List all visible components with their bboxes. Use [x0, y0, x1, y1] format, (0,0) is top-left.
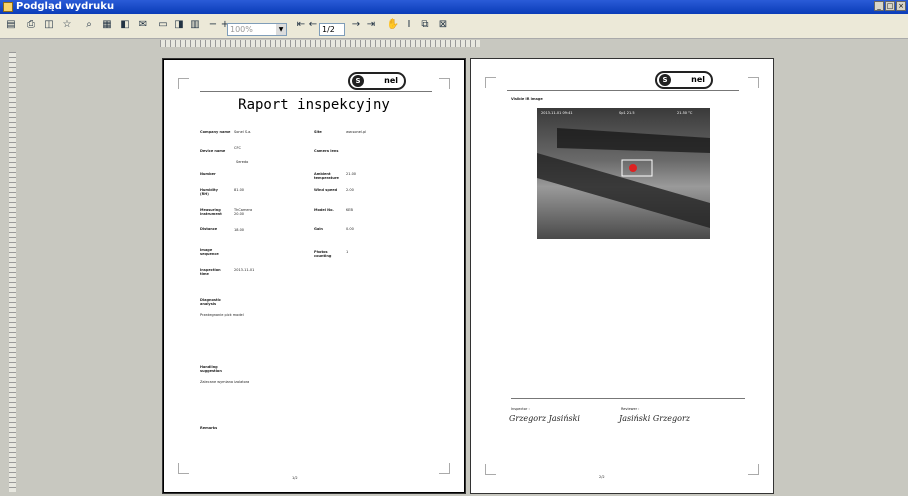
- last-page-icon[interactable]: ⇥: [364, 18, 378, 32]
- field-value: 2013-11-01: [234, 268, 255, 272]
- page-number: 2/2: [599, 475, 605, 479]
- field-value: 2.00: [346, 188, 354, 192]
- two-pages-icon[interactable]: ◨: [172, 18, 186, 32]
- sonel-logo: Snel: [348, 72, 406, 90]
- field-value: KEB: [346, 208, 353, 212]
- maximize-button[interactable]: □: [885, 1, 895, 11]
- copy-icon[interactable]: ⧉: [418, 18, 432, 32]
- field-label: Inspection time: [200, 268, 221, 276]
- field-label: Measuring instrument: [200, 208, 222, 216]
- inspector-signature: Grzegorz Jasiński: [509, 414, 580, 423]
- field-value: ww.sonel.pl: [346, 130, 367, 134]
- crop-mark: [178, 463, 189, 474]
- zoom-select[interactable]: 100% ▼: [227, 23, 287, 36]
- field-label: Site: [314, 130, 322, 134]
- crop-mark: [485, 464, 496, 475]
- sonel-logo: Snel: [655, 71, 713, 89]
- diagnostic-value: Przeżegnanie pick model: [200, 313, 244, 317]
- hand-tool-icon[interactable]: ✋: [386, 18, 400, 32]
- field-label: Company name: [200, 130, 231, 134]
- field-value: CFC: [234, 146, 241, 150]
- crop-mark: [439, 463, 450, 474]
- handling-label: Handling suggestion: [200, 365, 222, 373]
- field-value: ThCamera 20.00: [234, 208, 253, 216]
- report-title: Raport inspekcyjny: [238, 97, 390, 113]
- field-value: Sonel S.a.: [234, 130, 252, 134]
- field-value: 18.00: [234, 228, 245, 232]
- mail-icon[interactable]: ✉: [136, 18, 150, 32]
- handling-value: Zalecane wymiana izolatora: [200, 380, 250, 384]
- header-divider: [507, 90, 739, 91]
- field-label: Gain: [314, 227, 323, 231]
- vertical-ruler[interactable]: [9, 52, 16, 492]
- field-value: 1: [346, 250, 349, 254]
- crop-mark: [439, 78, 450, 89]
- field-value: Seredo: [236, 160, 249, 164]
- report-page-2: Snel Visible IR image 2013-11-01 09:41 S…: [471, 59, 773, 493]
- field-label: Distance: [200, 227, 218, 231]
- title-bar: Podgląd wydruku _ □ ×: [0, 0, 908, 14]
- crop-mark: [485, 77, 496, 88]
- pdf-icon[interactable]: ◧: [118, 18, 132, 32]
- crop-mark: [748, 77, 759, 88]
- app-icon: [3, 2, 13, 12]
- field-label: Ambient temperature: [314, 172, 339, 180]
- truss-structure: [537, 128, 710, 228]
- minimize-button[interactable]: _: [874, 1, 884, 11]
- header-divider: [200, 91, 432, 92]
- page-number-input[interactable]: 1/2: [319, 23, 345, 36]
- diagnostic-label: Diagnostic analysis: [200, 298, 221, 306]
- field-label: Model No.: [314, 208, 334, 212]
- window-controls: _ □ ×: [874, 1, 906, 11]
- reviewer-signature: Jasiński Grzegorz: [619, 414, 690, 423]
- crop-mark: [748, 464, 759, 475]
- crop-mark: [178, 78, 189, 89]
- zoom-value: 100%: [230, 25, 253, 34]
- reviewer-label: Reviewer :: [621, 407, 640, 411]
- prev-page-icon[interactable]: ←: [306, 18, 320, 32]
- multi-page-icon[interactable]: ▥: [188, 18, 202, 32]
- print-settings-icon[interactable]: ◫: [42, 18, 56, 32]
- close-preview-icon[interactable]: ⊠: [436, 18, 450, 32]
- horizontal-ruler[interactable]: [160, 40, 480, 47]
- close-button[interactable]: ×: [896, 1, 906, 11]
- field-value: 21.00: [346, 172, 357, 176]
- page-setup-icon[interactable]: ▤: [4, 18, 18, 32]
- star-icon[interactable]: ☆: [60, 18, 74, 32]
- field-label: Wind speed: [314, 188, 338, 192]
- remarks-label: Remarks: [200, 426, 218, 430]
- next-page-icon[interactable]: →: [349, 18, 363, 32]
- field-label: Number: [200, 172, 216, 176]
- export-icon[interactable]: ▦: [100, 18, 114, 32]
- thermal-image: 2013-11-01 09:41 Sp1 21.5 21.50 °C: [537, 108, 710, 239]
- page-number: 1/2: [292, 476, 298, 480]
- search-icon[interactable]: ⌕: [82, 18, 96, 32]
- print-icon[interactable]: ⎙: [24, 18, 38, 32]
- field-label: Camera lens: [314, 149, 339, 153]
- field-label: Device name: [200, 149, 226, 153]
- chevron-down-icon[interactable]: ▼: [276, 24, 286, 35]
- toolbar: ▤ ⎙ ◫ ☆ ⌕ ▦ ◧ ✉ ▭ ◨ ▥ − + 100% ▼ ⇤ ← 1/2…: [0, 14, 908, 39]
- field-label: Image sequence: [200, 248, 219, 256]
- image-label: Visible IR image: [511, 97, 543, 101]
- window-title: Podgląd wydruku: [16, 1, 115, 12]
- single-page-icon[interactable]: ▭: [156, 18, 170, 32]
- inspector-label: Inspector :: [511, 407, 530, 411]
- report-page-1: Snel Raport inspekcyjny Company name Son…: [163, 59, 465, 493]
- field-label: Humidity (RH): [200, 188, 218, 196]
- field-value: 81.00: [234, 188, 245, 192]
- field-label: Photos counting: [314, 250, 332, 258]
- field-value: 0.00: [346, 227, 354, 231]
- text-tool-icon[interactable]: I: [402, 18, 416, 32]
- signature-divider: [511, 398, 745, 399]
- hot-spot-marker: [629, 164, 637, 172]
